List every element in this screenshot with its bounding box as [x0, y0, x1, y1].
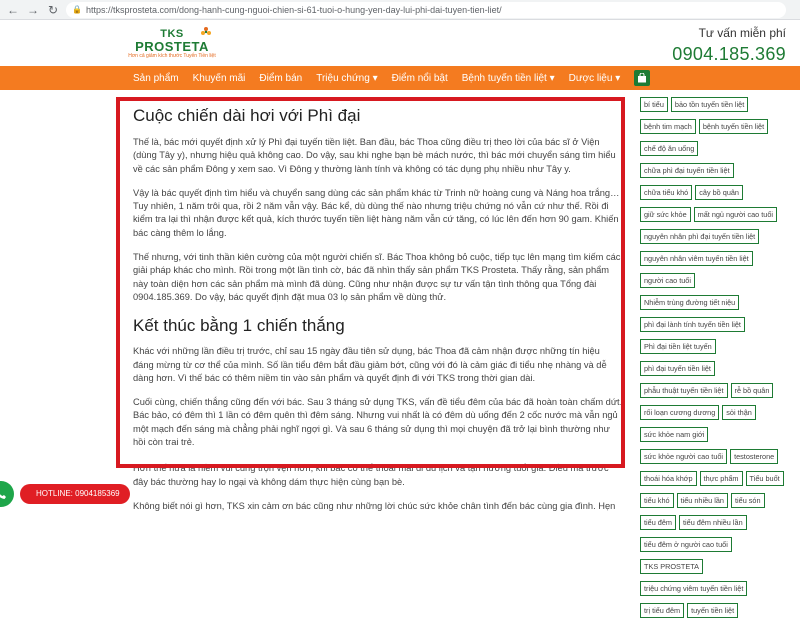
tag-link[interactable]: nguyên nhân phì đại tuyến tiền liệt: [640, 229, 760, 244]
tag-link[interactable]: rễ bồ quân: [730, 383, 774, 398]
cart-button[interactable]: [634, 70, 651, 86]
logo-main-text: PROSTETA: [135, 39, 209, 54]
article-paragraph: Không biết nói gì hơn, TKS xin cảm ơn bá…: [133, 500, 616, 511]
tag-link[interactable]: phì đại tuyến tiền liệt: [640, 361, 715, 376]
tag-link[interactable]: tiểu són: [730, 493, 765, 508]
tag-link[interactable]: người cao tuổi: [640, 273, 695, 288]
tag-link[interactable]: sức khỏe người cao tuổi: [640, 449, 728, 464]
tag-link[interactable]: chữa phì đại tuyến tiền liệt: [640, 163, 734, 178]
nav-diem-noi-bat[interactable]: Điểm nổi bật: [392, 73, 448, 84]
tag-link[interactable]: thoái hóa khớp: [640, 471, 697, 486]
forward-icon[interactable]: →: [26, 3, 40, 17]
lock-icon: 🔒: [72, 5, 82, 14]
tag-link[interactable]: giữ sức khỏe: [640, 207, 691, 222]
phone-glyph-icon: [0, 491, 6, 499]
nav-benh-tuyen-tien-liet[interactable]: Bệnh tuyến tiền liệt ▾: [462, 73, 555, 84]
nav-san-pham[interactable]: Sản phẩm: [133, 73, 179, 84]
tag-link[interactable]: tiểu nhiều lần: [676, 493, 728, 508]
site-header: TKS PROSTETA Hơn cả giảm kích thước Tuyế…: [0, 20, 800, 66]
tag-link[interactable]: testosterone: [730, 449, 779, 464]
nav-diem-ban[interactable]: Điểm bán: [259, 73, 302, 84]
section-heading: Kết thúc bằng 1 chiến thắng: [133, 316, 345, 336]
site-logo[interactable]: TKS PROSTETA Hơn cả giảm kích thước Tuyế…: [128, 27, 216, 64]
tag-link[interactable]: chế độ ăn uống: [640, 141, 699, 156]
tag-link[interactable]: cây bồ quân: [695, 185, 743, 200]
nav-trieu-chung[interactable]: Triệu chứng ▾: [316, 73, 377, 84]
tag-link[interactable]: sỏi thận: [722, 405, 756, 420]
flower-icon: [201, 27, 211, 35]
tag-link[interactable]: tuyến tiền liệt: [687, 603, 739, 618]
tag-cloud: bí tiểu bảo tồn tuyến tiền liệt bệnh tim m…: [640, 94, 790, 622]
article-paragraph: Cuối cùng, chiến thắng cũng đến với bác.…: [133, 397, 623, 448]
nav-khuyen-mai[interactable]: Khuyến mãi: [193, 73, 246, 84]
tag-link[interactable]: phì đại lành tính tuyến tiền liệt: [640, 317, 745, 332]
floating-hotline-label[interactable]: HOTLINE: 0904185369: [20, 484, 130, 504]
url-text: https://tksprosteta.com/dong-hanh-cung-n…: [85, 4, 502, 15]
tag-link[interactable]: trị tiểu đêm: [640, 603, 685, 618]
tag-link[interactable]: triệu chứng viêm tuyến tiền liệt: [640, 581, 748, 596]
article-paragraph: Thế nhưng, với tinh thần kiên cường của …: [133, 252, 621, 302]
address-bar[interactable]: 🔒 https://tksprosteta.com/dong-hanh-cung…: [66, 1, 786, 18]
logo-tagline: Hơn cả giảm kích thước Tuyến Tiền liệt: [128, 53, 216, 59]
tag-link[interactable]: bệnh tim mạch: [640, 119, 696, 134]
tag-link[interactable]: thực phẩm: [699, 471, 743, 486]
shopping-bag-icon: [638, 73, 647, 83]
tag-link[interactable]: tiểu khó: [640, 493, 674, 508]
article-paragraph: Hơn thế nữa là niềm vui cũng trọn vẹn hơ…: [133, 463, 609, 487]
article-paragraph: Khác với những lần điều trị trước, chỉ s…: [133, 346, 607, 383]
tag-link[interactable]: bí tiểu: [640, 97, 668, 112]
browser-toolbar: ← → ↻ 🔒 https://tksprosteta.com/dong-han…: [0, 0, 800, 20]
tag-link[interactable]: TKS PROSTETA: [640, 559, 704, 574]
tag-link[interactable]: phẫu thuật tuyến tiền liệt: [640, 383, 728, 398]
hotline-title: Tư vấn miễn phí: [698, 26, 786, 40]
main-nav: Sản phẩm Khuyến mãi Điểm bán Triệu chứng…: [0, 66, 800, 90]
tag-link[interactable]: rối loạn cương dương: [640, 405, 720, 420]
tag-link[interactable]: mất ngủ người cao tuổi: [693, 207, 778, 222]
nav-duoc-lieu[interactable]: Dược liệu ▾: [569, 73, 621, 84]
header-hotline[interactable]: Tư vấn miễn phí 0904.185.369: [672, 26, 786, 65]
section-heading: Cuộc chiến dài hơi với Phì đại: [133, 106, 361, 125]
back-icon[interactable]: ←: [6, 3, 20, 17]
tag-link[interactable]: tiểu đêm ở người cao tuổi: [640, 537, 732, 552]
tag-link[interactable]: sức khỏe nam giới: [640, 427, 709, 442]
tag-link[interactable]: nguyên nhân viêm tuyến tiền liệt: [640, 251, 753, 266]
tag-link[interactable]: Phì đại tiền liệt tuyến: [640, 339, 716, 354]
hotline-number[interactable]: 0904.185.369: [672, 44, 786, 65]
floating-hotline[interactable]: HOTLINE: 0904185369: [0, 481, 130, 507]
article-paragraph: Vậy là bác quyết định tìm hiểu và chuyển…: [133, 187, 620, 238]
phone-icon[interactable]: [0, 481, 14, 507]
article-paragraph: Thế là, bác mới quyết định xử lý Phì đại…: [133, 137, 616, 174]
article-body: Cuộc chiến dài hơi với Phì đại Thế là, b…: [133, 96, 623, 513]
tag-link[interactable]: chữa tiểu khó: [640, 185, 693, 200]
tag-link[interactable]: Nhiễm trùng đường tiết niệu: [640, 295, 740, 310]
reload-icon[interactable]: ↻: [46, 3, 60, 17]
tag-link[interactable]: Tiểu buốt: [745, 471, 784, 486]
tag-link[interactable]: bảo tồn tuyến tiền liệt: [670, 97, 749, 112]
tag-link[interactable]: bệnh tuyến tiền liệt: [698, 119, 769, 134]
